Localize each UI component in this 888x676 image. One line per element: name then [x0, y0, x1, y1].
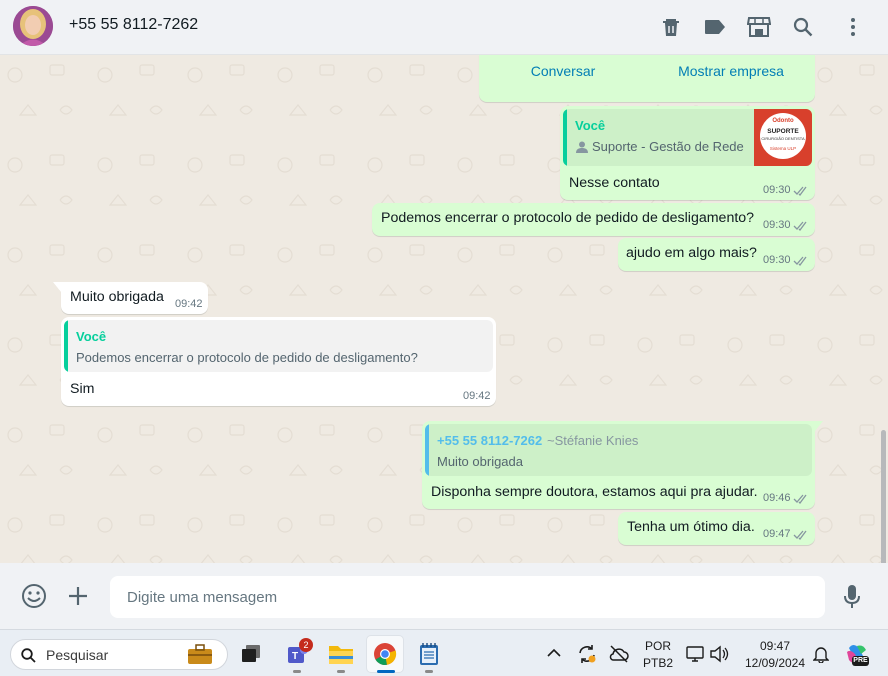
more-options-icon[interactable] — [840, 14, 866, 40]
chat-area[interactable]: Conversar Mostrar empresa Você Suporte -… — [0, 55, 888, 563]
message-outgoing[interactable]: Podemos encerrar o protocolo de pedido d… — [372, 203, 815, 236]
chat-button[interactable]: Conversar — [479, 63, 647, 79]
show-business-button[interactable]: Mostrar empresa — [647, 63, 815, 79]
quote-text: Suporte - Gestão de Rede — [592, 139, 744, 154]
message-time: 09:42 — [463, 390, 491, 402]
message-incoming[interactable]: Você Podemos encerrar o protocolo de ped… — [61, 317, 496, 406]
quote-author: Você — [76, 329, 107, 344]
volume-icon[interactable] — [709, 645, 729, 663]
read-ticks-icon — [793, 221, 807, 231]
quote-bar — [425, 424, 429, 476]
read-ticks-icon — [793, 530, 807, 540]
clock-time: 09:47 — [759, 639, 791, 653]
bubble-tail — [53, 282, 61, 292]
chevron-up-icon[interactable] — [547, 648, 561, 657]
message-outgoing[interactable]: Você Suporte - Gestão de Rede Odonto SUP… — [560, 106, 815, 200]
task-view-icon[interactable] — [232, 635, 270, 673]
search-icon — [21, 648, 36, 663]
quote-bar — [563, 109, 567, 166]
composer — [0, 563, 888, 629]
quote-bar — [64, 320, 68, 372]
notification-bell-icon[interactable] — [813, 645, 829, 663]
read-ticks-icon — [793, 186, 807, 196]
emoji-icon[interactable] — [21, 583, 49, 611]
quoted-message[interactable]: +55 55 8112-7262 ~Stéfanie Knies Muito o… — [425, 424, 812, 476]
message-time: 09:30 — [763, 184, 791, 196]
copilot-badge: PRE — [852, 656, 869, 666]
microphone-icon[interactable] — [843, 584, 863, 612]
quote-pushname: ~Stéfanie Knies — [547, 433, 639, 448]
message-text: Disponha sempre doutora, estamos aqui pr… — [431, 484, 758, 500]
network-icon[interactable] — [686, 645, 704, 663]
notepad-icon[interactable] — [410, 635, 448, 673]
input-language-bottom: PTB2 — [642, 656, 673, 670]
svg-text:T: T — [292, 651, 298, 662]
briefcase-icon — [188, 644, 212, 664]
taskbar-search-label: Pesquisar — [46, 647, 109, 663]
quote-author: +55 55 8112-7262 — [437, 433, 543, 448]
message-text: Tenha um ótimo dia. — [627, 519, 755, 535]
message-incoming[interactable]: Muito obrigada 09:42 — [53, 282, 208, 314]
contact-icon — [576, 141, 588, 153]
input-language-top: POR — [644, 639, 671, 653]
attach-plus-icon[interactable] — [67, 585, 91, 609]
message-outgoing[interactable]: +55 55 8112-7262 ~Stéfanie Knies Muito o… — [422, 421, 823, 509]
copilot-icon[interactable]: PRE — [845, 642, 869, 666]
contact-avatar[interactable] — [13, 6, 53, 46]
windows-taskbar: Pesquisar T 2 POR PTB2 09:47 12/09/2024 … — [0, 629, 888, 676]
read-ticks-icon — [793, 494, 807, 504]
message-text: Sim — [70, 381, 95, 397]
quote-text: Muito obrigada — [437, 454, 523, 469]
quote-text: Podemos encerrar o protocolo de pedido d… — [76, 350, 418, 365]
notification-badge: 2 — [299, 638, 313, 652]
message-text: Podemos encerrar o protocolo de pedido d… — [381, 210, 755, 226]
file-explorer-icon[interactable] — [322, 635, 360, 673]
message-time: 09:30 — [763, 254, 791, 266]
quote-thumbnail: Odonto SUPORTE CIRURGIÃO DENTISTA Sistem… — [754, 109, 812, 166]
thumb-brand: Odonto — [772, 118, 794, 124]
read-ticks-icon — [793, 256, 807, 266]
label-icon[interactable] — [702, 14, 728, 40]
input-language[interactable]: POR PTB2 — [641, 639, 675, 670]
taskbar-search[interactable]: Pesquisar — [10, 639, 228, 670]
business-card: Conversar Mostrar empresa — [479, 55, 815, 102]
store-icon[interactable] — [746, 14, 772, 40]
clock-date: 12/09/2024 — [744, 656, 806, 670]
chat-header: +55 55 8112-7262 — [0, 0, 888, 55]
thumb-line2: CIRURGIÃO DENTISTA — [761, 136, 805, 141]
delete-icon[interactable] — [658, 14, 684, 40]
cloud-off-icon[interactable] — [609, 645, 629, 663]
contact-name[interactable]: +55 55 8112-7262 — [69, 16, 198, 34]
system-clock[interactable]: 09:47 12/09/2024 — [738, 639, 812, 670]
message-outgoing[interactable]: Tenha um ótimo dia. 09:47 — [618, 512, 815, 545]
quoted-message[interactable]: Você Podemos encerrar o protocolo de ped… — [64, 320, 493, 372]
sync-icon[interactable] — [577, 644, 597, 664]
thumb-line1: SUPORTE — [767, 128, 799, 135]
teams-icon[interactable]: T 2 — [278, 635, 316, 673]
message-input[interactable] — [110, 576, 825, 618]
message-time: 09:30 — [763, 219, 791, 231]
chrome-icon[interactable] — [366, 635, 404, 673]
message-time: 09:46 — [763, 492, 791, 504]
quote-author: Você — [575, 118, 606, 133]
message-text: Muito obrigada — [70, 289, 164, 305]
message-outgoing[interactable]: ajudo em algo mais? 09:30 — [618, 238, 815, 271]
chat-scrollbar[interactable] — [881, 430, 886, 563]
search-icon[interactable] — [790, 14, 816, 40]
message-time: 09:47 — [763, 528, 791, 540]
quoted-message[interactable]: Você Suporte - Gestão de Rede Odonto SUP… — [563, 109, 812, 166]
message-text: ajudo em algo mais? — [626, 245, 757, 261]
thumb-footer: Sistema ULP — [769, 146, 797, 151]
message-text: Nesse contato — [569, 175, 660, 191]
message-time: 09:42 — [175, 298, 203, 310]
bubble-tail — [815, 421, 823, 431]
